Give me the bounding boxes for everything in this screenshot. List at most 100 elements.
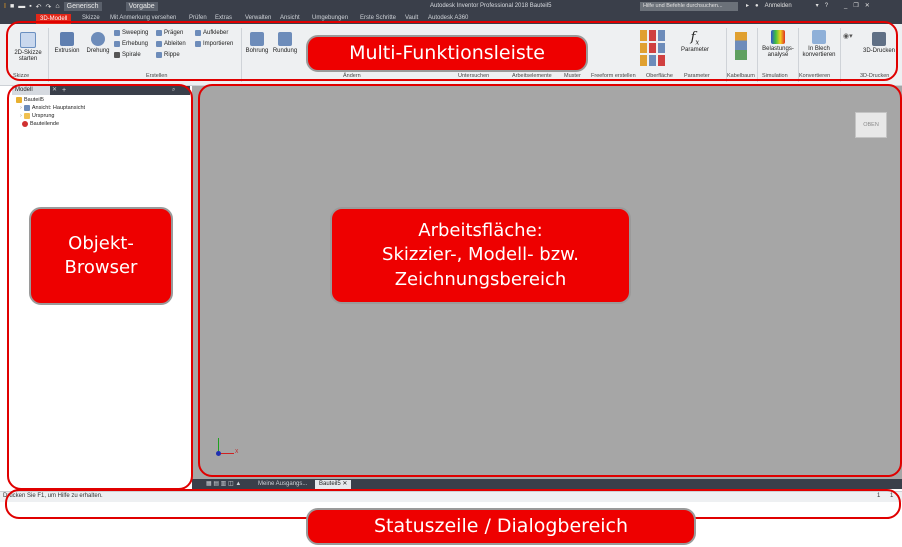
window-tools: ▸ ● Anmelden ▾ ? _ ❐ ✕: [746, 2, 870, 10]
material-combo[interactable]: Generisch: [63, 2, 102, 11]
undo-icon[interactable]: ↶: [36, 3, 42, 11]
extrusion-button[interactable]: Extrusion: [52, 32, 82, 54]
tree-item-label: Bauteil5: [24, 97, 44, 103]
new-file-icon[interactable]: ■: [10, 3, 14, 10]
loft-button[interactable]: Erhebung: [114, 41, 148, 47]
tree-item-part[interactable]: Bauteil5: [16, 97, 44, 103]
thread-icon[interactable]: [640, 42, 647, 54]
callout-workspace: Arbeitsfläche: Skizzier-, Modell- bzw. Z…: [330, 207, 631, 304]
convert-sheet-metal-button[interactable]: In Blech konvertieren: [800, 30, 838, 58]
panel-sketch-label: Skizze: [13, 73, 30, 79]
expand-icon[interactable]: ›: [20, 113, 22, 119]
fx-icon: fx: [690, 30, 700, 47]
help-icon[interactable]: ?: [825, 3, 828, 9]
doc-tab-part-label: Bauteil5: [319, 481, 341, 487]
fillet-button[interactable]: Rundung: [272, 32, 298, 54]
tab-3d-model[interactable]: 3D-Modell: [36, 14, 72, 24]
extrusion-label: Extrusion: [54, 48, 80, 54]
stress-analysis-icon: [771, 30, 785, 44]
window-title: Autodesk Inventor Professional 2018 Baut…: [430, 3, 552, 9]
open-file-icon[interactable]: ▬: [18, 3, 25, 10]
tree-item-end-of-part[interactable]: Bauteilende: [22, 121, 59, 127]
view-icon: [23, 105, 30, 111]
stress-analysis-button[interactable]: Belastungs- analyse: [760, 30, 796, 58]
tab-manage[interactable]: Verwalten: [245, 15, 271, 21]
sign-in-link[interactable]: Anmelden: [765, 3, 792, 9]
tree-item-view[interactable]: › Ansicht: Hauptansicht: [20, 105, 85, 111]
browser-tab-model[interactable]: Modell: [12, 86, 50, 95]
loft-icon: [114, 41, 120, 47]
cable-icon[interactable]: [735, 32, 747, 60]
start-2d-sketch-button[interactable]: 2D-Skizze starten: [12, 32, 44, 62]
expand-icon[interactable]: ›: [20, 105, 22, 111]
tab-sketch[interactable]: Skizze: [82, 15, 100, 21]
derive-button[interactable]: Ableiten: [156, 41, 186, 47]
tab-environments[interactable]: Umgebungen: [312, 15, 348, 21]
modify-tools-icons: [640, 30, 666, 66]
save-icon[interactable]: ▪: [29, 3, 31, 10]
appearance-combo[interactable]: Vorgabe: [125, 2, 158, 11]
close-tab-icon[interactable]: ✕: [342, 481, 347, 487]
import-button[interactable]: Importieren: [195, 41, 233, 47]
minimize-icon[interactable]: _: [844, 3, 847, 9]
sweep-icon: [114, 30, 120, 36]
status-counter-a: 1: [877, 493, 881, 499]
home-icon[interactable]: ⌂: [55, 3, 59, 10]
combine-icon[interactable]: [658, 42, 665, 54]
rib-button[interactable]: Rippe: [156, 52, 180, 58]
panel-surface-label: Oberfläche: [646, 73, 673, 79]
split-icon[interactable]: [649, 42, 656, 54]
panel-parameter-label[interactable]: Parameter: [684, 73, 710, 79]
emboss-button[interactable]: Prägen: [156, 30, 183, 36]
doc-tab-home[interactable]: Meine Ausgangs...: [258, 480, 307, 489]
help-search-input[interactable]: Hilfe und Befehle durchsuchen...: [640, 2, 738, 11]
app-logo-icon[interactable]: I: [4, 3, 6, 10]
user-icon[interactable]: ●: [755, 3, 759, 9]
thicken-icon[interactable]: [640, 55, 647, 66]
binoculars-icon[interactable]: ▸: [746, 2, 749, 9]
x-axis-label: X: [235, 449, 239, 455]
print-3d-button[interactable]: 3D-Drucken: [860, 32, 898, 54]
chamfer-icon[interactable]: [640, 30, 647, 41]
sweep-button[interactable]: Sweeping: [114, 30, 148, 36]
doc-tab-part[interactable]: Bauteil5 ✕: [315, 480, 352, 489]
emboss-label: Prägen: [164, 30, 184, 36]
close-icon[interactable]: ✕: [52, 86, 57, 95]
cart-icon[interactable]: ▾: [816, 2, 819, 9]
hole-label: Bohrung: [245, 48, 269, 54]
grid-layout-icon[interactable]: ▦ ▤ ▥ ◫ ▲: [206, 480, 241, 489]
status-counter-b: 1: [890, 493, 894, 499]
printer-3d-icon: [872, 32, 886, 46]
ribbon-options-icon[interactable]: ◉▾: [843, 32, 853, 40]
draft-icon[interactable]: [658, 30, 665, 41]
decal-button[interactable]: Aufkleber: [195, 30, 228, 36]
tab-vault[interactable]: Vault: [405, 15, 418, 21]
revolve-button[interactable]: Drehung: [84, 32, 112, 54]
parameter-button[interactable]: fx Parameter: [678, 30, 712, 53]
coil-button[interactable]: Spirale: [114, 52, 141, 58]
callout-browser-line1: Objekt-: [68, 232, 134, 254]
tab-a360[interactable]: Autodesk A360: [428, 15, 468, 21]
tree-item-origin[interactable]: › Ursprung: [20, 113, 54, 119]
panel-3d-print-label: 3D-Drucken: [860, 73, 890, 79]
panel-modify-label[interactable]: Ändern: [343, 73, 361, 79]
add-tab-icon[interactable]: +: [62, 86, 66, 95]
tab-view[interactable]: Ansicht: [280, 15, 300, 21]
redo-icon[interactable]: ↷: [46, 3, 52, 11]
tab-annotate[interactable]: Mit Anmerkung versehen: [110, 15, 176, 21]
browser-search-icon[interactable]: ⌕: [172, 86, 175, 95]
rib-icon: [156, 52, 162, 58]
replace-face-icon[interactable]: [649, 55, 656, 66]
close-window-icon[interactable]: ✕: [865, 2, 870, 9]
hole-button[interactable]: Bohrung: [244, 32, 270, 54]
tab-get-started[interactable]: Erste Schritte: [360, 15, 396, 21]
viewcube[interactable]: OBEN: [855, 112, 887, 138]
tab-tools[interactable]: Extras: [215, 15, 232, 21]
delete-face-icon[interactable]: [658, 55, 665, 66]
tab-inspect[interactable]: Prüfen: [189, 15, 207, 21]
shell-icon[interactable]: [649, 30, 656, 41]
panel-convert-label: Konvertieren: [799, 73, 831, 79]
loft-label: Erhebung: [122, 41, 149, 47]
restore-icon[interactable]: ❐: [853, 2, 858, 9]
status-bar: Drücken Sie F1, um Hilfe zu erhalten. 1 …: [0, 491, 902, 502]
